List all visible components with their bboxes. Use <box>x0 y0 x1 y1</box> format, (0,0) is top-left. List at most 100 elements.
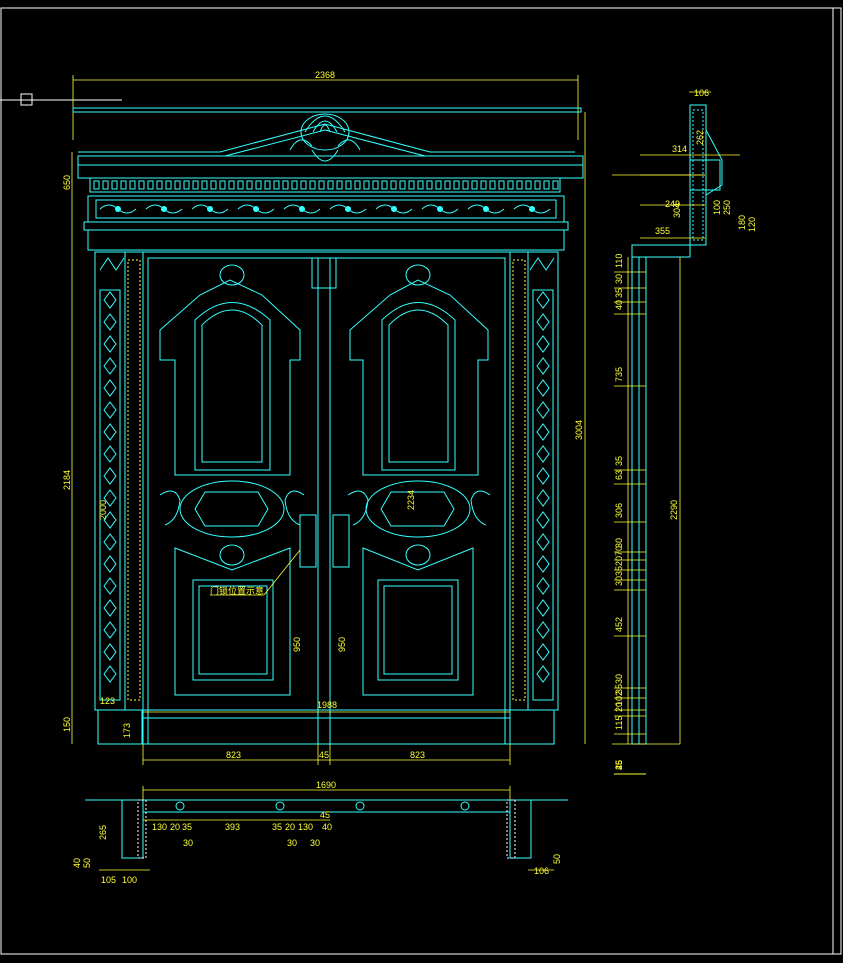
pilaster-motif <box>536 401 550 419</box>
dentil <box>237 180 244 190</box>
plan-section: 1690 265 130 20 35 393 35 20 130 4030 30453040 501… <box>72 780 568 885</box>
dim-text: 105 <box>101 875 116 885</box>
dentil <box>507 180 514 190</box>
dentil <box>489 180 496 190</box>
dim-text: 1690 <box>316 780 336 790</box>
dentil <box>336 180 343 190</box>
frieze-motif <box>99 204 137 214</box>
dim-text: 823 <box>410 750 425 760</box>
pilaster-motif <box>536 379 550 397</box>
shell-ornament <box>289 113 361 162</box>
dim-total-width: 2368 <box>72 70 579 140</box>
pilaster-motif <box>536 313 550 331</box>
dim-text: 1988 <box>317 700 337 710</box>
dentil <box>309 180 316 190</box>
dim-text: 304 <box>672 203 682 218</box>
dentil <box>192 180 199 190</box>
pilaster-motif <box>536 357 550 375</box>
pilaster-motif <box>103 577 117 595</box>
dentil <box>129 180 136 190</box>
dentil <box>174 180 181 190</box>
dim-text: 100 <box>122 875 137 885</box>
lock-position-note: 门锁位置示意 <box>210 585 264 596</box>
cad-drawing: 2368 650 2184 150 2000 173 123 3004 2234… <box>0 7 842 955</box>
dim-text: 735 <box>614 367 624 382</box>
pilaster-motif <box>536 467 550 485</box>
dim-text: 50 <box>552 854 562 864</box>
dim-text: 2290 <box>669 500 679 520</box>
dentil <box>453 180 460 190</box>
pediment <box>72 107 584 179</box>
frieze-ornament <box>99 204 551 214</box>
dentil <box>183 180 190 190</box>
dim-text: 110 <box>614 254 624 268</box>
dim-text: 100 <box>712 200 722 215</box>
pilaster-motif <box>103 621 117 639</box>
dim-text: 180 <box>737 215 747 230</box>
dim-text: 150 <box>62 717 72 732</box>
handle-right <box>332 514 350 568</box>
frieze-motif <box>237 204 275 214</box>
front-elevation: 2368 650 2184 150 2000 173 123 3004 2234… <box>62 70 586 765</box>
dentil <box>354 180 361 190</box>
dim-text: 30 <box>614 674 624 684</box>
dim-text: 262 <box>695 130 705 145</box>
dentil <box>111 180 118 190</box>
dentil <box>345 180 352 190</box>
dentil <box>300 180 307 190</box>
dim-text: 40 <box>322 822 332 832</box>
dim-text: 40 <box>72 858 82 868</box>
pilaster-motif <box>103 423 117 441</box>
dim-text: 30 <box>310 838 320 848</box>
dim-text: 120 <box>747 217 757 232</box>
left-pilaster <box>94 251 144 745</box>
dentil <box>408 180 415 190</box>
dim-text: 950 <box>292 637 302 652</box>
dentil <box>363 180 370 190</box>
pilaster-motif <box>103 445 117 463</box>
frieze-motif <box>191 204 229 214</box>
dim-text: 2368 <box>315 70 335 80</box>
cad-viewport[interactable]: 2368 650 2184 150 2000 173 123 3004 2234… <box>0 0 843 959</box>
dim-text: 45 <box>319 750 329 760</box>
dentil <box>471 180 478 190</box>
dim-text: 393 <box>225 822 240 832</box>
dentil <box>525 180 532 190</box>
dim-text: 130 <box>152 822 167 832</box>
dim-text: 30 <box>614 576 624 586</box>
dentil <box>102 180 109 190</box>
dim-text: 40 <box>614 300 624 310</box>
dentil <box>246 180 253 190</box>
dim-text: 123 <box>100 696 115 706</box>
dim-text: 35 <box>614 456 624 466</box>
section-vertical-dims: 1103035407353563306307020353045230351022… <box>614 254 646 775</box>
dentil <box>228 180 235 190</box>
dentil <box>480 180 487 190</box>
pilaster-motif <box>536 599 550 617</box>
dentil <box>93 180 100 190</box>
dentil <box>165 180 172 190</box>
dim-text: 115 <box>614 716 624 730</box>
pilaster-motif <box>103 379 117 397</box>
dim-text: 355 <box>655 226 670 236</box>
pilaster-motif <box>103 313 117 331</box>
door-leaf-left <box>159 264 317 696</box>
dim-text: 650 <box>62 175 72 190</box>
dim-text: 63 <box>614 470 624 480</box>
frieze-motif <box>421 204 459 214</box>
dim-text: 45 <box>320 810 330 820</box>
dentil <box>399 180 406 190</box>
dim-text: 35 <box>182 822 192 832</box>
pilaster-motif <box>103 357 117 375</box>
dim-text: 30 <box>183 838 193 848</box>
pilaster-motif <box>536 445 550 463</box>
dentil <box>210 180 217 190</box>
dim-text: 50 <box>82 858 92 868</box>
frieze-motif <box>467 204 505 214</box>
dentil <box>318 180 325 190</box>
dim-text: 35 <box>614 566 624 576</box>
dim-text: 46 <box>614 760 624 770</box>
dim-text: 314 <box>672 144 687 154</box>
dentil <box>498 180 505 190</box>
dentil <box>219 180 226 190</box>
